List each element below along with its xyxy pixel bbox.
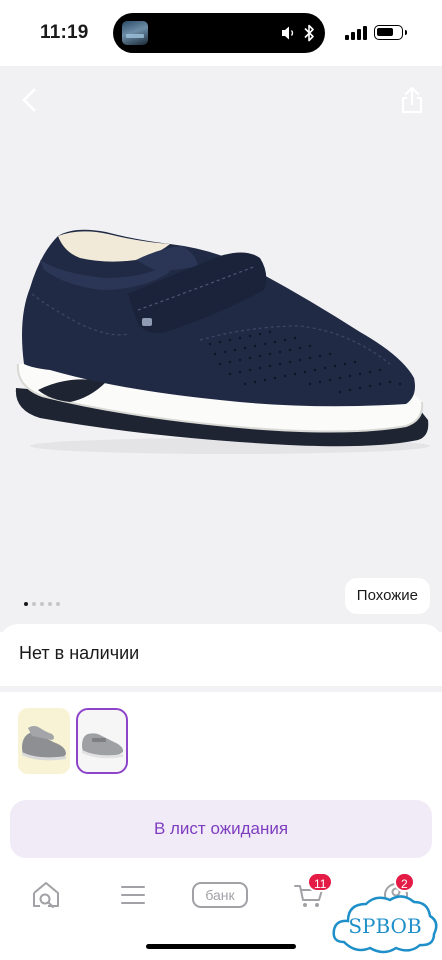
status-time: 11:19 [40,22,89,43]
profile-badge: 2 [394,872,415,892]
battery-icon [374,25,407,40]
home-indicator [146,944,296,949]
product-image-shoe [15,229,430,454]
variant-shoe-image [22,726,66,761]
variant-selector [0,692,442,790]
cellular-signal-icon [345,26,367,40]
dynamic-island [113,13,325,53]
now-playing-artwork [122,21,148,45]
tab-home-search[interactable] [26,878,66,912]
back-button[interactable] [14,82,46,118]
status-bar: 11:19 [0,0,442,66]
variant-shoe-image [82,733,124,759]
tab-bank[interactable]: банк [190,878,250,912]
bank-icon: банк [192,882,248,908]
availability-card: Нет в наличии [0,624,442,678]
pagination-dot [48,602,52,606]
share-button[interactable] [396,82,428,118]
pagination-dot [56,602,60,606]
spbob-watermark: SPBOB [332,895,438,954]
bank-label: банк [205,887,235,903]
tab-catalog[interactable] [113,878,153,912]
availability-status: Нет в наличии [19,643,140,663]
cart-badge: 11 [307,872,334,892]
bluetooth-icon [304,24,314,42]
chevron-left-icon [22,88,36,112]
similar-products-button[interactable]: Похожие [344,578,430,614]
product-gallery[interactable]: Похожие [0,66,442,632]
home-search-icon [33,882,59,908]
pagination-dot [24,602,28,606]
pagination-dot [32,602,36,606]
action-area: В лист ожидания [0,790,442,864]
gallery-pagination [24,602,60,608]
speaker-icon [282,26,294,40]
variant-thumbnail-selected[interactable] [76,708,128,774]
product-page: 11:19 Похожие Нет в наличии В лист ожида… [0,0,442,960]
variant-thumbnail[interactable] [18,708,70,774]
waitlist-button[interactable]: В лист ожидания [10,800,432,858]
menu-icon [121,886,145,904]
pagination-dot [40,602,44,606]
share-icon [401,86,423,114]
watermark-text: SPBOB [348,914,421,938]
